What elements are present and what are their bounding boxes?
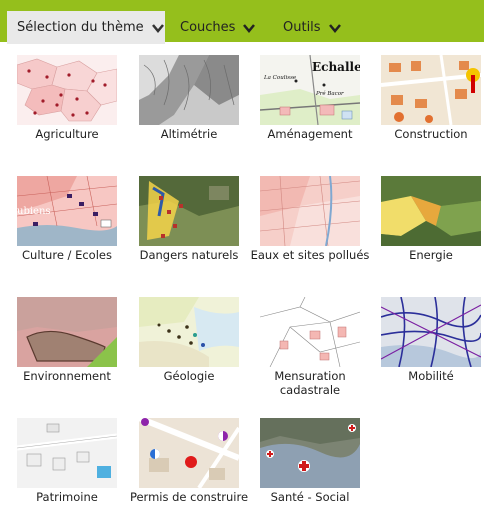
theme-label: Eaux et sites pollués bbox=[250, 248, 370, 262]
layers-menu[interactable]: Couches bbox=[180, 11, 256, 44]
theme-selection-menu[interactable]: Sélection du thème bbox=[7, 11, 165, 44]
theme-label: Géologie bbox=[163, 369, 215, 383]
environnement-map-thumbnail bbox=[17, 297, 117, 367]
eaux-sites-pollues-map-thumbnail bbox=[260, 176, 360, 246]
theme-label: Patrimoine bbox=[36, 490, 98, 504]
culture-ecoles-map-thumbnail: ubiens bbox=[17, 176, 117, 246]
theme-label: Environnement bbox=[23, 369, 111, 383]
theme-label: Altimétrie bbox=[160, 127, 218, 141]
theme-label: Energie bbox=[409, 248, 453, 262]
chevron-down-icon bbox=[151, 23, 164, 33]
theme-label: Permis de construire bbox=[129, 490, 249, 504]
chevron-down-icon bbox=[328, 23, 341, 33]
theme-label: Santé - Social bbox=[270, 490, 350, 504]
dangers-naturels-map-thumbnail bbox=[139, 176, 239, 246]
place-name: ubiens bbox=[17, 206, 51, 217]
amenagement-map-thumbnail: Echalle La Coulisse Pré Bacor bbox=[260, 55, 360, 125]
layers-menu-label: Couches bbox=[180, 20, 236, 35]
place-name: La Coulisse bbox=[263, 75, 297, 81]
theme-label: Mobilité bbox=[408, 369, 454, 383]
theme-label: Mensuration cadastrale bbox=[274, 369, 346, 397]
theme-label: Aménagement bbox=[267, 127, 353, 141]
place-name: Echalle bbox=[312, 60, 360, 74]
chevron-down-icon bbox=[243, 23, 256, 33]
theme-selection-label: Sélection du thème bbox=[17, 20, 144, 35]
permis-de-construire-map-thumbnail bbox=[139, 418, 239, 488]
place-name: Pré Bacor bbox=[315, 90, 344, 97]
sante-social-map-thumbnail bbox=[260, 418, 360, 488]
agriculture-map-thumbnail bbox=[17, 55, 117, 125]
tools-menu[interactable]: Outils bbox=[283, 11, 341, 44]
energie-map-thumbnail bbox=[381, 176, 481, 246]
theme-label: Agriculture bbox=[35, 127, 99, 141]
theme-label: Construction bbox=[394, 127, 468, 141]
theme-label: Culture / Ecoles bbox=[22, 248, 112, 262]
patrimoine-map-thumbnail bbox=[17, 418, 117, 488]
mensuration-cadastrale-map-thumbnail bbox=[260, 297, 360, 367]
construction-map-thumbnail bbox=[381, 55, 481, 125]
theme-label: Dangers naturels bbox=[139, 248, 239, 262]
tools-menu-label: Outils bbox=[283, 20, 321, 35]
geologie-map-thumbnail bbox=[139, 297, 239, 367]
altimetrie-map-thumbnail bbox=[139, 55, 239, 125]
mobilite-map-thumbnail bbox=[381, 297, 481, 367]
